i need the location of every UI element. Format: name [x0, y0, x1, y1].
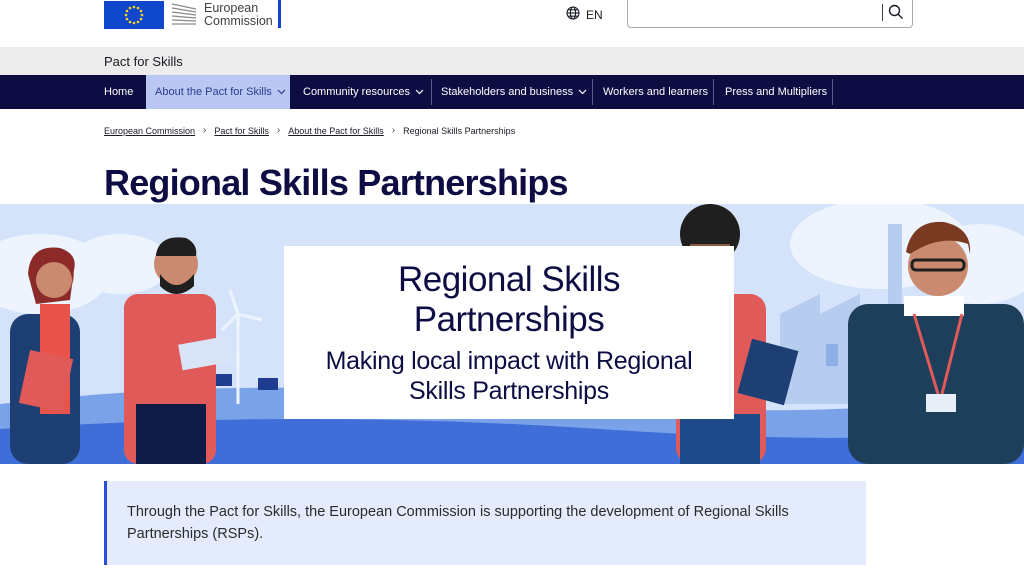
hero-title: Regional Skills Partnerships — [284, 260, 734, 340]
hero-subtitle-line-1: Making local impact with Regional — [325, 347, 693, 375]
logo-accent-bar — [278, 0, 281, 28]
breadcrumb-link-pact-for-skills[interactable]: Pact for Skills — [214, 126, 269, 136]
search-divider — [882, 4, 883, 21]
hero-title-line-2: Partnerships — [413, 300, 605, 339]
breadcrumb: European Commission › Pact for Skills › … — [104, 125, 515, 136]
building-lines-icon — [170, 1, 198, 29]
language-code: EN — [586, 7, 603, 22]
logo-line-1: European — [204, 1, 259, 15]
site-name-link[interactable]: Pact for Skills — [104, 54, 183, 69]
eu-flag-icon — [104, 1, 164, 29]
logo-text: European Commission — [204, 2, 273, 28]
nav-item-label: Workers and learners — [603, 86, 708, 98]
chevron-down-icon — [277, 86, 286, 98]
nav-separator — [592, 79, 593, 105]
logo-line-2: Commission — [204, 14, 273, 28]
nav-item-label: Home — [104, 86, 134, 98]
nav-item-label: Stakeholders and business — [441, 86, 574, 98]
intro-text: Through the Pact for Skills, the Europea… — [127, 504, 789, 542]
nav-item-stakeholders[interactable]: Stakeholders and business — [432, 75, 590, 109]
nav-item-label: About the Pact for Skills — [155, 86, 272, 98]
nav-item-label: Press and Multipliers — [725, 86, 828, 98]
nav-item-home[interactable]: Home — [95, 75, 141, 109]
chevron-down-icon — [578, 86, 587, 98]
search-icon[interactable] — [888, 4, 906, 22]
chevron-right-icon: › — [276, 125, 281, 136]
hero-subtitle: Making local impact with Regional Skills… — [284, 346, 734, 406]
breadcrumb-current: Regional Skills Partnerships — [403, 125, 516, 136]
main-navigation: Home About the Pact for Skills Community… — [0, 75, 1024, 109]
nav-separator — [832, 79, 833, 105]
search-input[interactable] — [627, 0, 913, 28]
chevron-right-icon: › — [203, 125, 207, 136]
hero-banner: Regional Skills Partnerships Making loca… — [0, 204, 1024, 464]
site-header: European Commission EN — [0, 0, 1024, 47]
intro-callout: Through the Pact for Skills, the Europea… — [104, 481, 866, 565]
nav-item-community-resources[interactable]: Community resources — [294, 75, 428, 109]
ec-logo[interactable]: European Commission — [104, 0, 273, 30]
nav-item-workers-learners[interactable]: Workers and learners — [594, 75, 714, 109]
hero-subtitle-line-2: Skills Partnerships — [409, 377, 609, 405]
nav-item-about[interactable]: About the Pact for Skills — [146, 75, 290, 109]
breadcrumb-link-about[interactable]: About the Pact for Skills — [288, 126, 384, 136]
breadcrumb-link-european-commission[interactable]: European Commission — [104, 126, 195, 136]
globe-icon — [566, 6, 586, 23]
page-title: Regional Skills Partnerships — [104, 162, 569, 203]
nav-item-label: Community resources — [303, 86, 410, 98]
chevron-down-icon — [415, 86, 424, 98]
nav-item-press-multipliers[interactable]: Press and Multipliers — [716, 75, 834, 109]
nav-separator — [713, 79, 714, 105]
chevron-right-icon: › — [391, 125, 396, 136]
language-selector[interactable]: EN — [566, 6, 603, 23]
hero-card: Regional Skills Partnerships Making loca… — [284, 246, 734, 419]
site-name-bar: Pact for Skills — [0, 47, 1024, 75]
hero-title-line-1: Regional Skills — [397, 260, 621, 299]
